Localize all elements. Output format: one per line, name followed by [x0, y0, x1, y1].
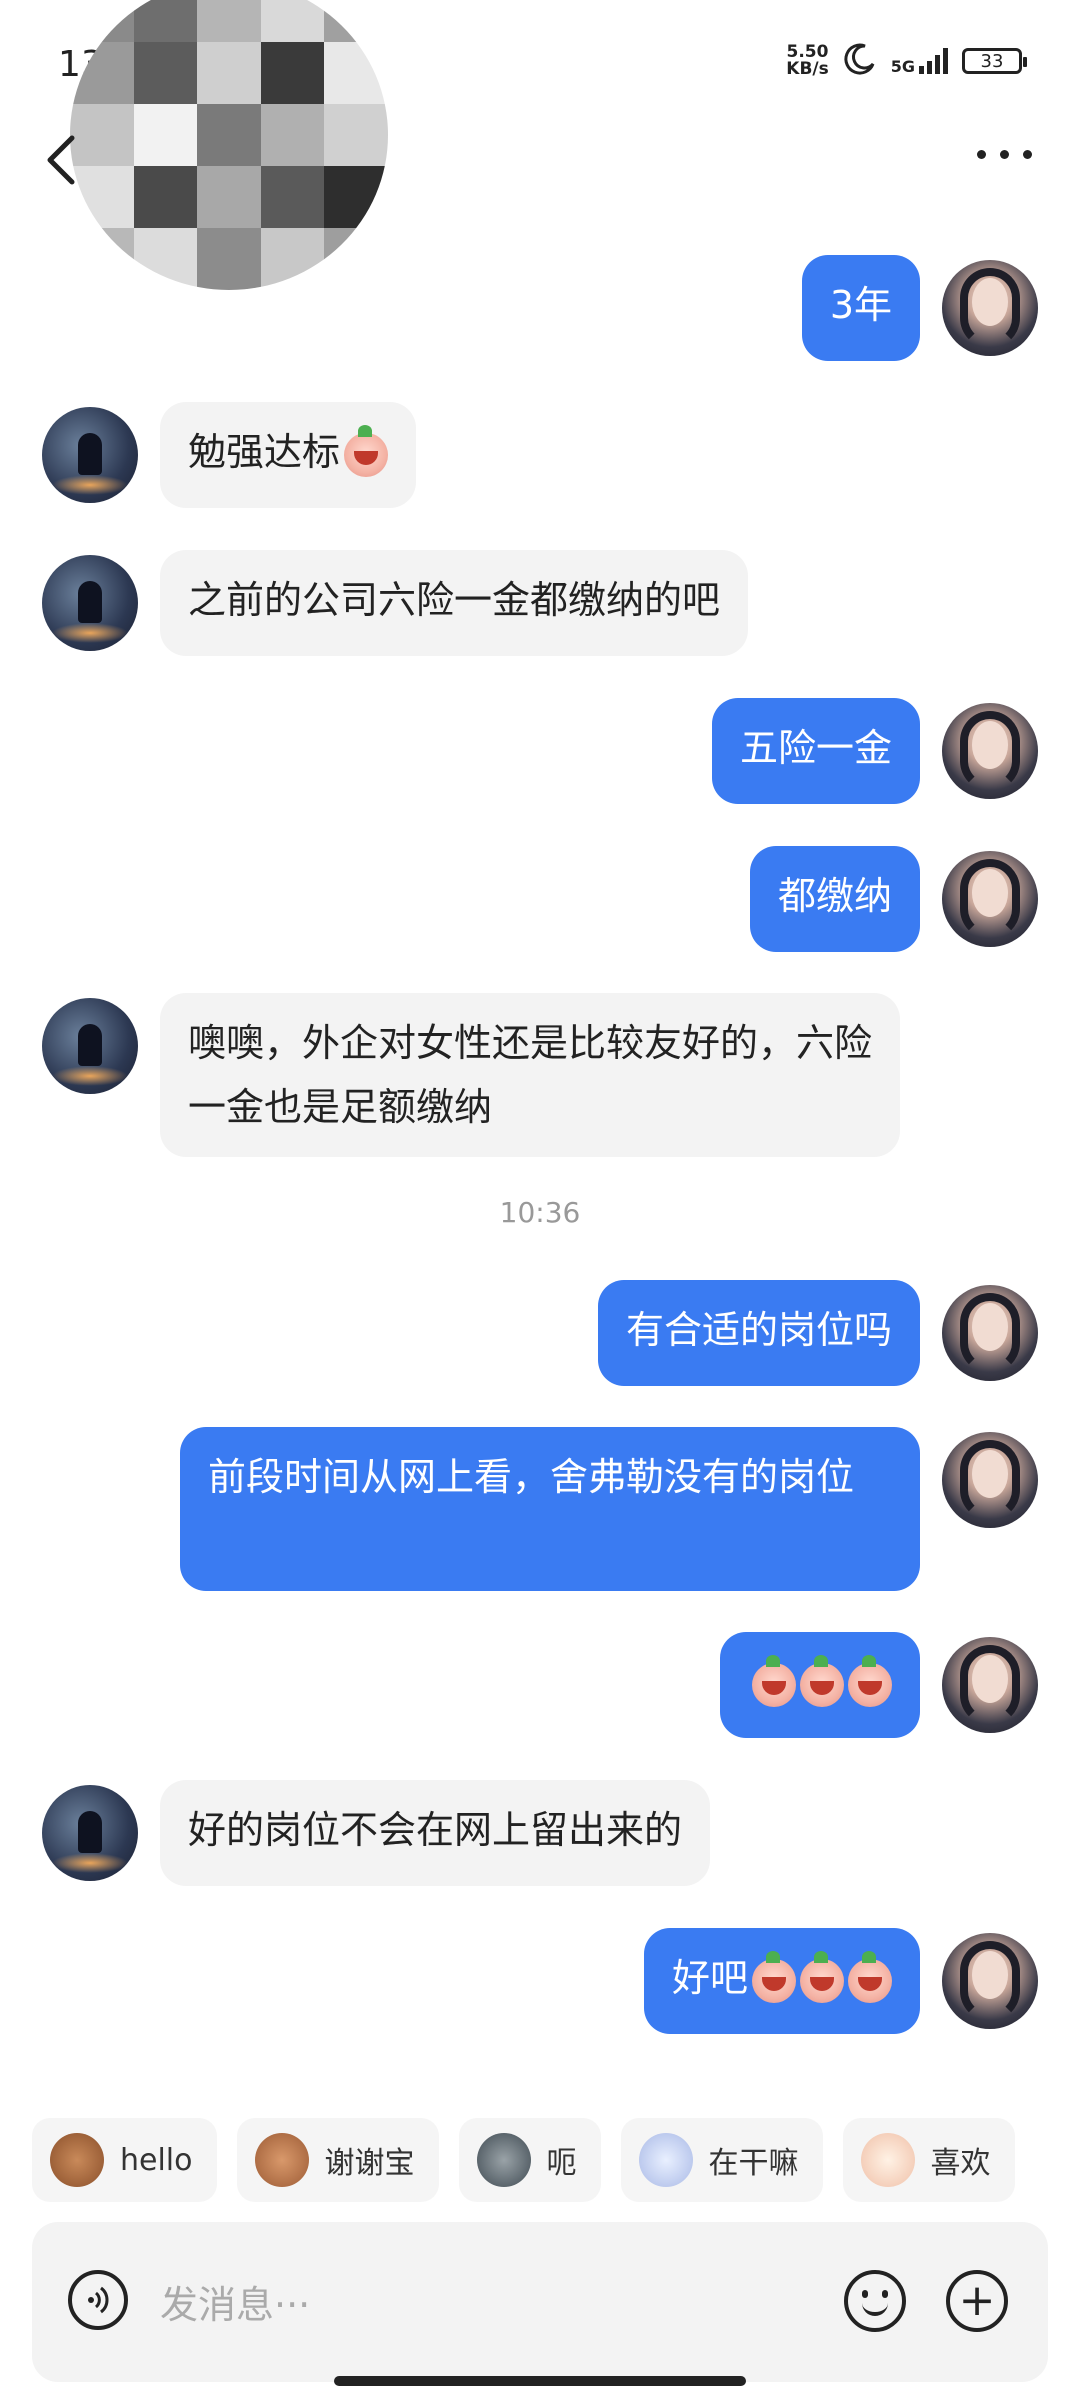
message-input-bar: 发消息··· +: [32, 2222, 1048, 2382]
message-input[interactable]: 发消息···: [160, 2274, 310, 2329]
message-bubble-received[interactable]: 之前的公司六险一金都缴纳的吧: [160, 550, 749, 656]
add-button[interactable]: +: [946, 2270, 1008, 2332]
chevron-left-icon: [47, 135, 75, 185]
my-avatar[interactable]: [942, 260, 1038, 356]
plus-icon: +: [958, 2275, 996, 2326]
signal-icon: 5G: [891, 48, 948, 75]
battery-icon: 33: [962, 48, 1027, 74]
status-icons: 5.50 KB/s 5G 33: [786, 42, 1027, 80]
message-bubble-sent[interactable]: 有合适的岗位吗: [597, 1280, 920, 1386]
contact-avatar[interactable]: [42, 1785, 138, 1881]
message-bubble-sent[interactable]: 好吧: [643, 1928, 920, 2034]
my-avatar[interactable]: [942, 703, 1038, 799]
my-avatar[interactable]: [942, 1432, 1038, 1528]
contact-avatar[interactable]: [42, 998, 138, 1094]
my-avatar[interactable]: [942, 1637, 1038, 1733]
quick-reply-er[interactable]: 呃: [458, 2118, 601, 2202]
message-bubble-received[interactable]: 好的岗位不会在网上留出来的: [160, 1780, 711, 1886]
quick-reply-thanks[interactable]: 谢谢宝: [236, 2118, 439, 2202]
my-avatar[interactable]: [942, 1285, 1038, 1381]
net-speed: 5.50 KB/s: [786, 42, 829, 79]
contact-avatar-blurred[interactable]: [70, 0, 388, 290]
message-bubble-sent[interactable]: [720, 1632, 920, 1738]
contact-avatar[interactable]: [42, 407, 138, 503]
quick-reply-what-doing[interactable]: 在干嘛: [620, 2118, 823, 2202]
emoji-button[interactable]: [844, 2270, 906, 2332]
message-timestamp: 10:36: [499, 1196, 581, 1229]
monkey-flower-sticker-icon: [254, 2133, 309, 2187]
crying-face-emoji: [800, 1654, 844, 1707]
quick-reply-bar: hello 谢谢宝 呃 在干嘛 喜欢: [32, 2118, 1015, 2202]
crying-face-emoji: [800, 1950, 844, 2003]
crying-face-emoji: [848, 1950, 892, 2003]
crying-face-emoji: [752, 1654, 796, 1707]
crying-face-emoji: [752, 1950, 796, 2003]
crying-face-emoji: [848, 1654, 892, 1707]
my-avatar[interactable]: [942, 1933, 1038, 2029]
more-button[interactable]: [977, 150, 1032, 159]
contact-avatar[interactable]: [42, 555, 138, 651]
quick-reply-hello[interactable]: hello: [32, 2118, 217, 2202]
heart-sticker-icon: [860, 2133, 915, 2187]
crying-face-emoji: [344, 424, 389, 477]
peeking-sticker-icon: [638, 2133, 693, 2187]
quick-reply-like[interactable]: 喜欢: [842, 2118, 1015, 2202]
home-indicator[interactable]: [334, 2376, 746, 2386]
voice-button[interactable]: [68, 2270, 128, 2330]
message-bubble-received[interactable]: 勉强达标: [160, 402, 417, 508]
my-avatar[interactable]: [942, 851, 1038, 947]
moon-icon: [843, 42, 877, 80]
message-bubble-sent[interactable]: 五险一金: [711, 698, 920, 804]
message-bubble-sent[interactable]: 前段时间从网上看，舍弗勒没有的岗位: [180, 1427, 920, 1591]
more-dots-icon: [977, 150, 986, 159]
cat-sticker-icon: [476, 2133, 531, 2187]
back-button[interactable]: [42, 130, 82, 190]
message-bubble-sent[interactable]: 3年: [801, 255, 920, 361]
monkey-sticker-icon: [50, 2133, 104, 2187]
message-bubble-sent[interactable]: 都缴纳: [749, 846, 920, 952]
voice-icon: [88, 2286, 109, 2314]
message-bubble-received[interactable]: 噢噢，外企对女性还是比较友好的，六险一金也是足额缴纳: [160, 993, 900, 1157]
